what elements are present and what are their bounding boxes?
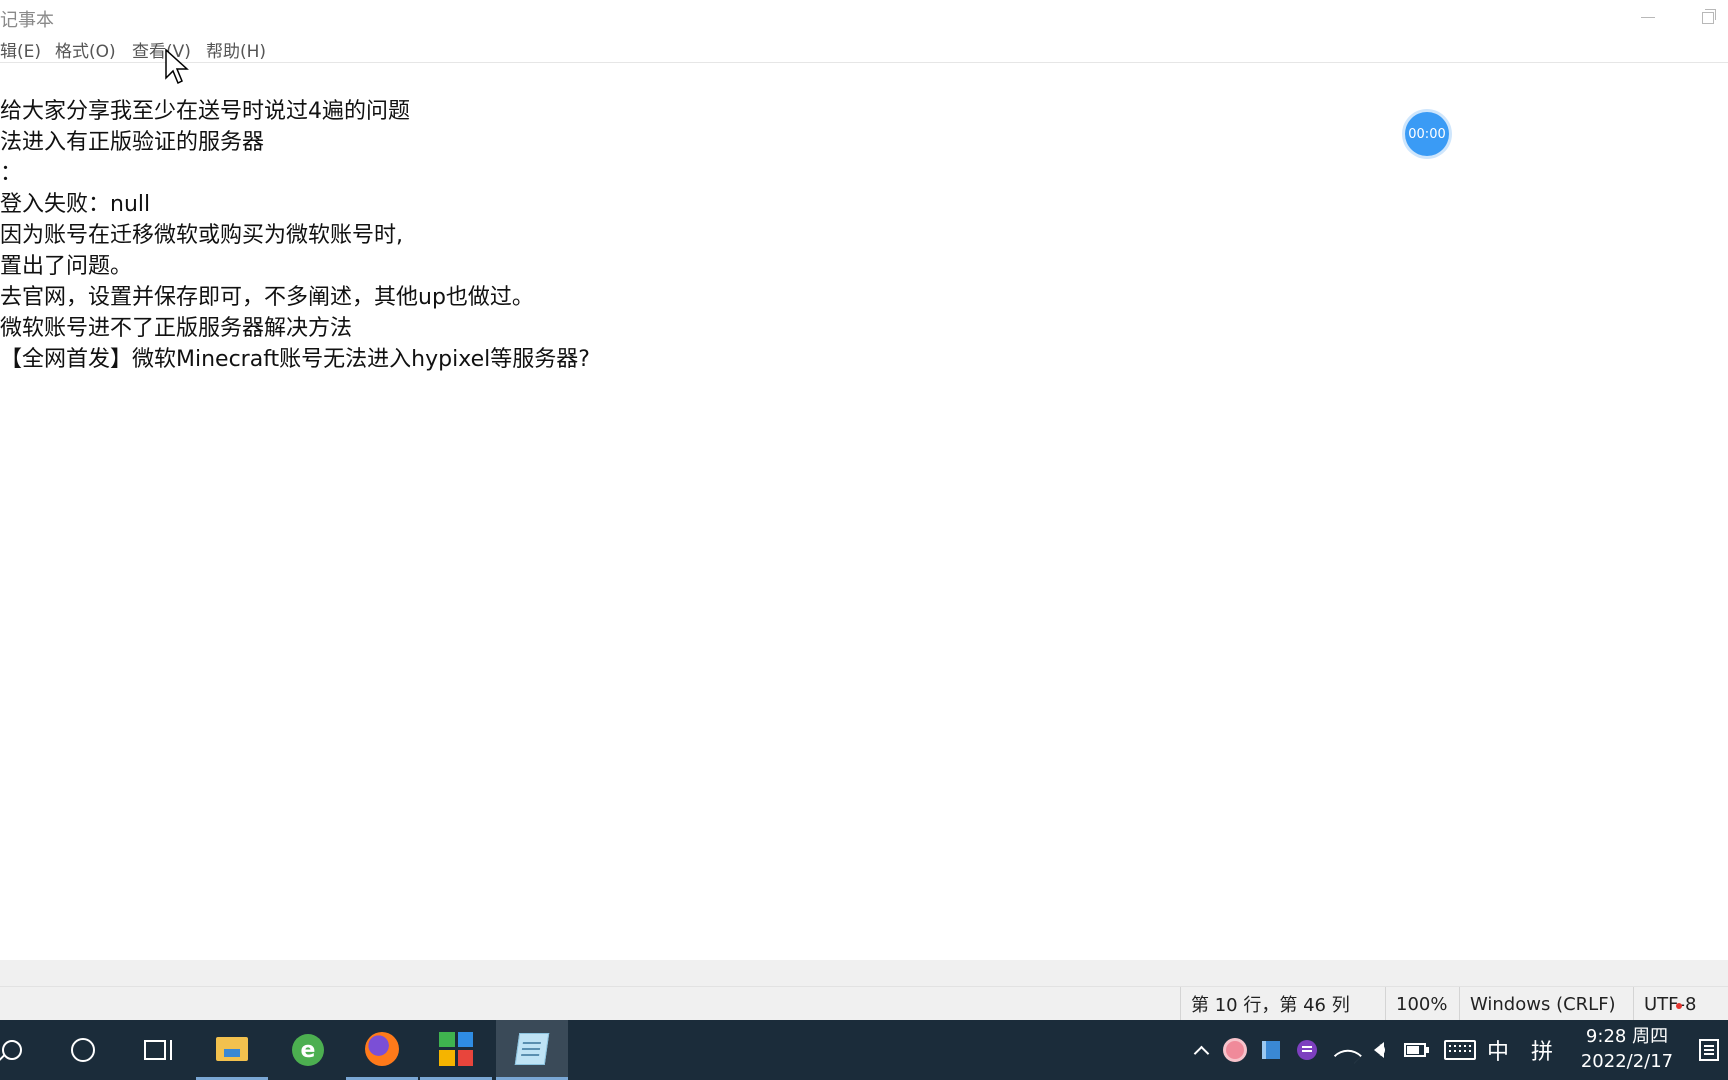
restore-button[interactable] bbox=[1688, 0, 1728, 34]
chevron-up-icon bbox=[1193, 1045, 1209, 1061]
editor-line: 微软账号进不了正版服务器解决方法 bbox=[0, 316, 353, 341]
recording-timer-badge[interactable]: 00:00 bbox=[1405, 112, 1449, 156]
browser-e-icon: e bbox=[292, 1034, 324, 1066]
taskbar-file-explorer[interactable] bbox=[196, 1020, 268, 1080]
menu-edit[interactable]: 辑(E) bbox=[0, 37, 41, 62]
menu-bar: 辑(E) 格式(O) 查看(V) 帮助(H) bbox=[0, 34, 1728, 63]
firefox-icon bbox=[365, 1031, 399, 1066]
horizontal-scrollbar[interactable] bbox=[0, 960, 1728, 986]
notepad-icon bbox=[514, 1032, 550, 1065]
minimize-icon bbox=[1641, 16, 1655, 18]
tray-ime-mode[interactable]: 拼 bbox=[1526, 1020, 1558, 1080]
taskbar-clock[interactable]: 9:28 周四 2022/2/17 bbox=[1572, 1024, 1682, 1076]
tray-network[interactable] bbox=[1330, 1020, 1362, 1080]
menu-help[interactable]: 帮助(H) bbox=[206, 37, 266, 62]
clock-time: 9:28 周四 bbox=[1585, 1026, 1669, 1047]
flower-icon bbox=[1226, 1041, 1244, 1059]
tiles-app-icon bbox=[439, 1031, 473, 1066]
editor-line: 【全网首发】微软Minecraft账号无法进入hypixel等服务器? bbox=[0, 347, 590, 372]
action-center-button[interactable] bbox=[1690, 1020, 1728, 1080]
file-explorer-icon bbox=[216, 1036, 248, 1061]
taskbar-firefox[interactable] bbox=[346, 1020, 418, 1080]
cortana-icon bbox=[71, 1038, 95, 1062]
taskbar-tiles-app[interactable] bbox=[420, 1020, 492, 1080]
mouse-cursor-icon bbox=[165, 48, 189, 85]
text-editor[interactable]: 给大家分享我至少在送号时说过4遍的问题 法进入有正版验证的服务器 ： 登入失败：… bbox=[0, 96, 1700, 956]
tray-touch-keyboard[interactable] bbox=[1440, 1020, 1480, 1080]
status-cursor-position: 第 10 行，第 46 列 bbox=[1180, 987, 1385, 1021]
purple-app-icon bbox=[1297, 1040, 1317, 1060]
minimize-button[interactable] bbox=[1618, 0, 1678, 34]
book-icon bbox=[1262, 1041, 1280, 1059]
keyboard-icon bbox=[1444, 1040, 1476, 1060]
window-title: 记事本 bbox=[0, 10, 54, 31]
notepad-window: 记事本 辑(E) 格式(O) 查看(V) 帮助(H) 给大家分享我至少在送号时说… bbox=[0, 0, 1728, 1021]
editor-line: 置出了问题。 bbox=[0, 254, 133, 279]
notification-dot bbox=[1676, 1003, 1682, 1009]
editor-line: 因为账号在迁移微软或购买为微软账号时, bbox=[0, 223, 403, 248]
status-line-ending: Windows (CRLF) bbox=[1459, 987, 1633, 1021]
speaker-icon bbox=[1374, 1042, 1385, 1058]
restore-icon bbox=[1702, 9, 1716, 24]
tray-ime-language[interactable]: 中 bbox=[1482, 1020, 1514, 1080]
search-icon bbox=[2, 1040, 22, 1060]
status-zoom: 100% bbox=[1385, 987, 1459, 1021]
menu-format[interactable]: 格式(O) bbox=[55, 37, 116, 62]
clock-date: 2022/2/17 bbox=[1580, 1051, 1674, 1072]
task-view-icon bbox=[144, 1040, 172, 1060]
tray-volume[interactable] bbox=[1364, 1020, 1394, 1080]
tray-battery[interactable] bbox=[1400, 1020, 1430, 1080]
battery-icon bbox=[1404, 1043, 1429, 1057]
tray-app-purple[interactable] bbox=[1292, 1020, 1322, 1080]
taskbar-task-view-button[interactable] bbox=[120, 1020, 190, 1080]
taskbar-search-button[interactable] bbox=[0, 1020, 44, 1080]
editor-line: 登入失败：null bbox=[0, 192, 151, 217]
title-bar[interactable]: 记事本 bbox=[0, 0, 1728, 34]
taskbar-browser-e[interactable]: e bbox=[272, 1020, 344, 1080]
ime-language-indicator: 中 bbox=[1486, 1040, 1509, 1065]
status-bar: 第 10 行，第 46 列 100% Windows (CRLF) UTF-8 bbox=[0, 986, 1728, 1021]
ime-mode-indicator: 拼 bbox=[1530, 1040, 1553, 1065]
tray-show-hidden-button[interactable] bbox=[1186, 1020, 1216, 1080]
tray-app-flower[interactable] bbox=[1220, 1020, 1250, 1080]
editor-line: ： bbox=[0, 161, 23, 186]
wifi-icon bbox=[1333, 1041, 1362, 1070]
tray-app-book[interactable] bbox=[1256, 1020, 1286, 1080]
notification-icon bbox=[1699, 1039, 1719, 1061]
editor-line: 去官网，设置并保存即可，不多阐述，其他up也做过。 bbox=[0, 285, 534, 310]
taskbar-notepad[interactable] bbox=[496, 1020, 568, 1080]
taskbar-cortana-button[interactable] bbox=[48, 1020, 118, 1080]
taskbar: e 中 拼 9:28 周四 2022/2/17 bbox=[0, 1020, 1728, 1080]
